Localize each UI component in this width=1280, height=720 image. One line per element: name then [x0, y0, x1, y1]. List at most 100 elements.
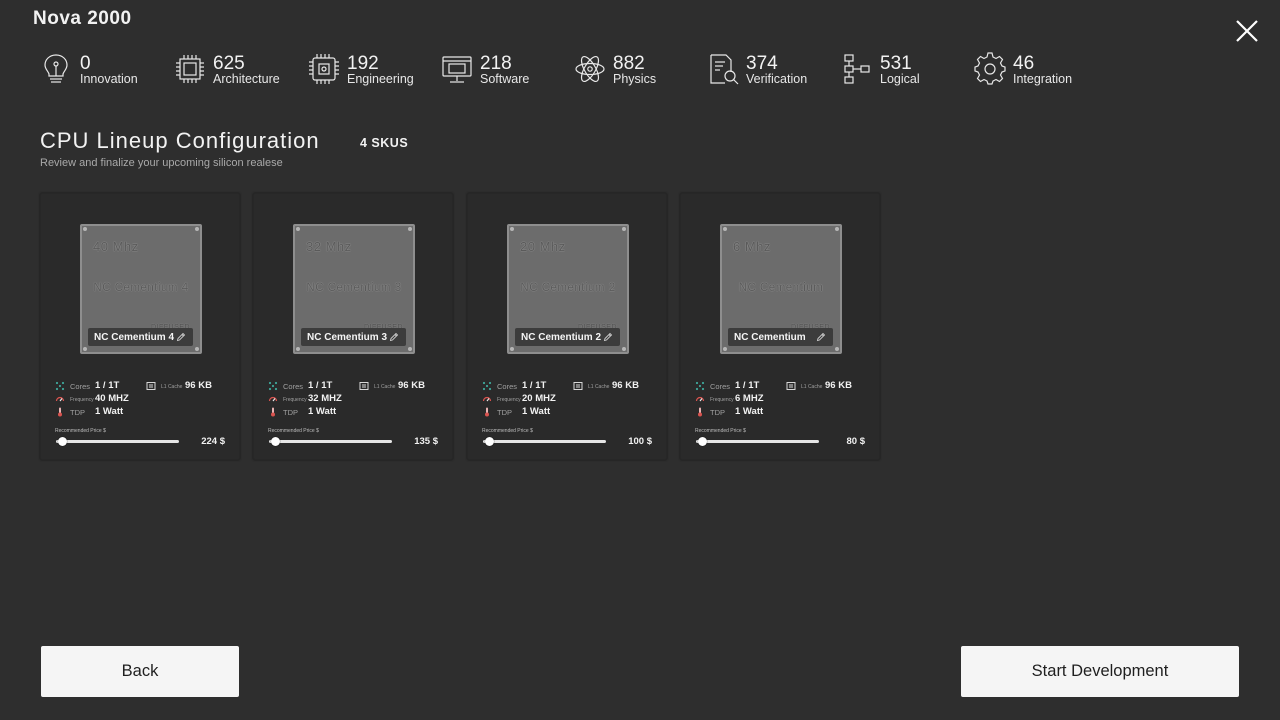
- cpu-chip-preview: 40 Mhz NC Cementium 4 DIFFUSED NC Cement…: [80, 224, 202, 354]
- start-development-button[interactable]: Start Development: [961, 646, 1239, 697]
- memory-icon: [786, 382, 796, 390]
- spec-label: TDP: [710, 408, 725, 417]
- atom-icon: [575, 55, 605, 83]
- flowchart-icon: [844, 54, 870, 84]
- price-slider-thumb[interactable]: [58, 437, 68, 446]
- spec-tdp: TDP 1 Watt: [695, 406, 785, 418]
- spec-value: 1 Watt: [522, 406, 551, 417]
- chip-screw: [835, 227, 839, 231]
- price-slider-thumb[interactable]: [485, 437, 495, 446]
- chip-name-label: NC Cementium 2: [520, 282, 616, 294]
- price-label: Recommended Price $: [55, 428, 106, 434]
- cpu-chip-preview: 32 Mhz NC Cementium 3 DIFFUSED NC Cement…: [293, 224, 415, 354]
- spec-frequency: Frequency 32 MHZ: [268, 393, 358, 405]
- spec-label: Frequency: [710, 397, 734, 403]
- chip-screw: [408, 227, 412, 231]
- cpu-name: NC Cementium 2: [521, 331, 602, 343]
- chip-frequency-label: 20 Mhz: [520, 239, 566, 254]
- close-icon[interactable]: [1230, 14, 1264, 48]
- company-name: Nova 2000: [33, 8, 132, 29]
- cpu-name-edit-tag[interactable]: NC Cementium 2: [515, 328, 620, 346]
- circuit-board-icon: [309, 54, 339, 84]
- chip-screw: [296, 227, 300, 231]
- cpu-lineup-screen: Nova 2000 0 Innovation 625 Architecture …: [0, 0, 1280, 720]
- memory-icon: [359, 382, 369, 390]
- spec-value: 1 Watt: [308, 406, 337, 417]
- chip-name-label: NC Cementium 4: [93, 282, 189, 294]
- spec-label: L1 Cache: [161, 384, 183, 390]
- stat-label: Architecture: [213, 72, 280, 86]
- cpu-card: 32 Mhz NC Cementium 3 DIFFUSED NC Cement…: [253, 193, 453, 460]
- cpu-card: 20 Mhz NC Cementium 2 DIFFUSED NC Cement…: [467, 193, 667, 460]
- speedometer-icon: [695, 396, 705, 402]
- computer-code-icon: [442, 56, 472, 83]
- spec-label: Cores: [283, 382, 304, 391]
- cpu-name-edit-tag[interactable]: NC Cementium 3: [301, 328, 406, 346]
- cpu-name-edit-tag[interactable]: NC Cementium: [728, 328, 833, 346]
- chip-screw: [83, 227, 87, 231]
- stat-label: Physics: [613, 72, 657, 86]
- cpu-chip-preview: 6 Mhz NC Cementium DIFFUSED NC Cementium: [720, 224, 842, 354]
- stat-label: Software: [480, 72, 530, 86]
- cores-icon: [482, 381, 492, 391]
- pencil-icon[interactable]: [176, 332, 186, 342]
- sku-count-badge: 4 SKUS: [360, 136, 409, 150]
- chip-screw: [296, 347, 300, 351]
- speedometer-icon: [55, 396, 65, 402]
- pencil-icon[interactable]: [389, 332, 399, 342]
- price-value: 100 $: [628, 436, 652, 447]
- cpu-chip-preview: 20 Mhz NC Cementium 2 DIFFUSED NC Cement…: [507, 224, 629, 354]
- page-subtitle: Review and finalize your upcoming silico…: [40, 157, 283, 169]
- cpu-name-edit-tag[interactable]: NC Cementium 4: [88, 328, 193, 346]
- spec-value: 1 / 1T: [95, 380, 120, 391]
- chip-screw: [195, 227, 199, 231]
- cpu-card: 40 Mhz NC Cementium 4 DIFFUSED NC Cement…: [40, 193, 240, 460]
- cores-icon: [268, 381, 278, 391]
- spec-cores: Cores 1 / 1T: [695, 380, 785, 392]
- spec-label: Frequency: [497, 397, 521, 403]
- thermometer-icon: [58, 407, 62, 417]
- cpu-card: 6 Mhz NC Cementium DIFFUSED NC Cementium…: [680, 193, 880, 460]
- spec-tdp: TDP 1 Watt: [482, 406, 572, 418]
- spec-cores: Cores 1 / 1T: [482, 380, 572, 392]
- spec-value: 96 KB: [398, 380, 425, 391]
- price-value: 80 $: [846, 436, 866, 447]
- spec-tdp: TDP 1 Watt: [268, 406, 358, 418]
- chip-screw: [622, 347, 626, 351]
- spec-frequency: Frequency 40 MHZ: [55, 393, 145, 405]
- gear-icon: [974, 52, 1006, 85]
- spec-value: 1 / 1T: [735, 380, 760, 391]
- spec-value: 6 MHZ: [735, 393, 764, 404]
- pencil-icon[interactable]: [603, 332, 613, 342]
- back-button[interactable]: Back: [41, 646, 239, 697]
- chip-screw: [723, 347, 727, 351]
- cores-icon: [55, 381, 65, 391]
- price-slider[interactable]: [269, 437, 392, 446]
- spec-value: 1 Watt: [735, 406, 764, 417]
- cpu-chip-icon: [176, 55, 204, 83]
- spec-tdp: TDP 1 Watt: [55, 406, 145, 418]
- document-magnifier-icon: [710, 54, 739, 85]
- thermometer-icon: [271, 407, 275, 417]
- price-slider-thumb[interactable]: [698, 437, 708, 446]
- pencil-icon[interactable]: [816, 332, 826, 342]
- spec-label: Cores: [497, 382, 518, 391]
- spec-value: 32 MHZ: [308, 393, 342, 404]
- price-slider[interactable]: [696, 437, 819, 446]
- memory-icon: [146, 382, 156, 390]
- chip-screw: [408, 347, 412, 351]
- price-slider[interactable]: [56, 437, 179, 446]
- chip-frequency-label: 40 Mhz: [93, 239, 139, 254]
- chip-screw: [835, 347, 839, 351]
- spec-label: L1 Cache: [588, 384, 610, 390]
- price-slider[interactable]: [483, 437, 606, 446]
- price-slider-thumb[interactable]: [271, 437, 281, 446]
- chip-name-label: NC Cementium: [738, 282, 824, 294]
- memory-icon: [573, 382, 583, 390]
- lightbulb-icon: [44, 54, 68, 83]
- cpu-name: NC Cementium 3: [307, 331, 388, 343]
- spec-cache: L1 Cache 96 KB: [786, 380, 876, 392]
- spec-label: Cores: [710, 382, 731, 391]
- spec-value: 20 MHZ: [522, 393, 556, 404]
- speedometer-icon: [268, 396, 278, 402]
